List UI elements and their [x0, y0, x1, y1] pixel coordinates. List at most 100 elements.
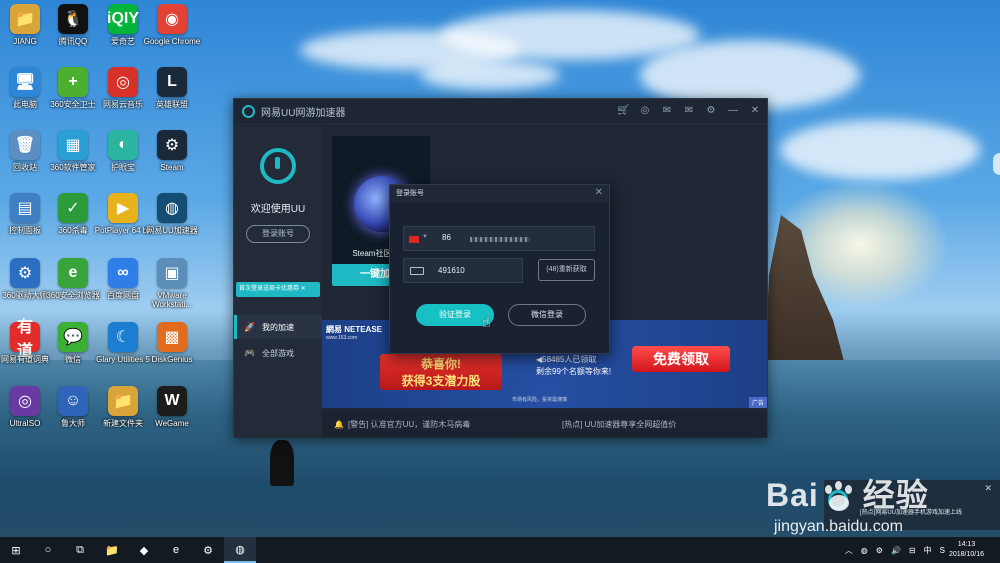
app-icon: 🖥 — [10, 67, 40, 97]
app-icon: ◐ — [108, 130, 138, 160]
nav-label: 我的加速 — [262, 322, 294, 332]
task-view-icon[interactable]: ⧉ — [64, 537, 96, 563]
network-icon[interactable]: ⚙ — [876, 546, 883, 555]
app-icon: ☺ — [58, 386, 88, 416]
app-icon: 📁 — [10, 4, 40, 34]
app-icon: 有道 — [10, 319, 40, 360]
dialog-title: 登录账号 — [390, 185, 609, 203]
sogou-icon[interactable]: S — [940, 546, 945, 555]
app-icon: W — [157, 386, 187, 416]
mail-icon[interactable]: ✉ — [661, 105, 673, 117]
dialog-close-icon[interactable]: ✕ — [595, 187, 603, 198]
hot-notice[interactable]: [热点] UU加速器尊享全网超值价 — [562, 419, 676, 430]
app-icon: ⚙ — [157, 130, 187, 160]
desktop-icon-label: WeGame — [155, 419, 189, 428]
uu-logo-icon — [242, 105, 255, 118]
congrats-line1: 恭喜你! — [421, 357, 461, 371]
360-browser-icon[interactable]: e — [160, 537, 192, 563]
window-title: 网易UU网游加速器 — [261, 108, 346, 119]
360-guard-icon[interactable]: ◆ — [128, 537, 160, 563]
netease-logo: 網易 NETEASE — [326, 325, 383, 334]
ime-icon[interactable]: ⊟ — [909, 546, 916, 555]
app-icon: 🗑 — [10, 130, 40, 160]
watermark-brand-right: 经验 — [862, 477, 929, 513]
desktop-icon[interactable]: ▣ VMware Workstati... — [141, 258, 203, 309]
input-language[interactable]: 中 — [924, 545, 932, 556]
app-icon: ⚙ — [10, 258, 40, 288]
app-icon: ▶ — [108, 193, 138, 223]
desktop-icon-label: DiskGenius — [151, 355, 193, 364]
keyboard-icon — [410, 267, 424, 275]
gamepad-icon: 🎮 — [244, 347, 256, 358]
taskbar: ⊞ ○ ⧉ 📁 ◆ e ⚙ ◍ ︿ ◍ ⚙ 🔊 ⊟ 中 S 14:13 2018… — [0, 537, 1000, 563]
nav-all-games[interactable]: 🎮 全部游戏 — [234, 341, 322, 365]
app-icon: L — [157, 67, 187, 97]
login-account-button[interactable]: 登录账号 — [246, 225, 310, 243]
login-dialog: 登录账号 ✕ ▼ 86 491610 (48)重新获取 验证登录 微信登录 — [389, 184, 610, 354]
app-icon: ▦ — [58, 130, 88, 160]
risk-notice: 市场有风险，投资需谨慎 — [512, 397, 568, 403]
desktop-icon[interactable]: ▩ DiskGenius — [141, 322, 203, 364]
notice-bar: 🔔 [警告] 认准官方UU，谨防木马病毒 [热点] UU加速器尊享全网超值价 — [322, 411, 767, 437]
verification-code-field[interactable]: 491610 — [403, 258, 523, 283]
support-icon[interactable]: ◎ — [639, 105, 651, 117]
steam-taskbar-icon[interactable]: ⚙ — [192, 537, 224, 563]
settings-icon[interactable]: ⚙ — [705, 105, 717, 117]
claim-count-line2: 剩余99个名额等你来! — [536, 367, 612, 376]
phone-number-field[interactable]: ▼ 86 — [403, 226, 595, 251]
claim-count-line1: ◀58485人已领取 — [536, 355, 597, 364]
hand-cursor-icon: ☝ — [482, 314, 491, 330]
baidu-watermark: Bai 经验 — [766, 470, 929, 516]
minimize-icon[interactable]: — — [727, 105, 739, 117]
clock[interactable]: 14:13 2018/10/16 — [949, 540, 984, 560]
system-tray: ︿ ◍ ⚙ 🔊 ⊟ 中 S 14:13 2018/10/16 — [841, 537, 1000, 563]
nav-my-acceleration[interactable]: 🚀 我的加速 — [234, 315, 322, 339]
app-icon: ◉ — [157, 4, 187, 34]
first-login-tip[interactable]: 首次登录送周卡优惠券 ✕ — [236, 282, 320, 297]
desktop-icon[interactable]: L 英雄联盟 — [141, 67, 203, 109]
file-explorer-icon[interactable]: 📁 — [96, 537, 128, 563]
app-icon: ✓ — [58, 193, 88, 223]
claim-count: ◀58485人已领取 剩余99个名额等你来! — [536, 354, 611, 378]
app-icon: ☾ — [108, 322, 138, 352]
desktop-icon[interactable]: W WeGame — [141, 386, 203, 428]
uu-taskbar-icon[interactable]: ◍ — [224, 537, 256, 563]
desktop-icon[interactable]: ◍ 网易UU加速器 — [141, 193, 203, 235]
app-icon: ▩ — [157, 322, 187, 352]
shop-icon[interactable]: 🛒 — [617, 105, 629, 117]
bell-icon: 🔔 — [334, 419, 344, 429]
wechat-login-button[interactable]: 微信登录 — [508, 304, 586, 326]
warning-notice[interactable]: [警告] 认准官方UU，谨防木马病毒 — [348, 419, 470, 430]
clock-time: 14:13 — [957, 541, 976, 548]
paw-icon — [821, 480, 861, 515]
sidebar: 欢迎使用UU 登录账号 首次登录送周卡优惠券 ✕ 🚀 我的加速 🎮 全部游戏 — [234, 126, 322, 438]
app-icon: ◎ — [108, 67, 138, 97]
masked-phone-number — [470, 237, 530, 242]
app-icon: ◎ — [10, 386, 40, 416]
desktop-icon[interactable]: ◉ Google Chrome — [141, 4, 203, 46]
tray-uu-icon[interactable]: ◍ — [861, 546, 868, 555]
notification-close-icon[interactable]: ✕ — [984, 483, 992, 494]
watermark-url: jingyan.baidu.com — [774, 518, 903, 535]
floating-bubble[interactable] — [993, 153, 1000, 175]
app-icon: ▣ — [157, 258, 187, 288]
free-claim-button[interactable]: 免费领取 — [632, 346, 730, 372]
message-icon[interactable]: ✉ — [683, 105, 695, 117]
app-icon: + — [58, 67, 88, 97]
ad-tag: 广告 — [748, 397, 767, 408]
welcome-text: 欢迎使用UU — [250, 204, 306, 215]
desktop-icon-label: VMware Workstati... — [152, 291, 192, 309]
search-icon[interactable]: ○ — [32, 537, 64, 563]
close-icon[interactable]: ✕ — [749, 105, 761, 117]
volume-icon[interactable]: 🔊 — [891, 546, 901, 555]
resend-code-button[interactable]: (48)重新获取 — [538, 259, 595, 281]
app-icon: e — [58, 258, 88, 288]
desktop-icon[interactable]: ⚙ Steam — [141, 130, 203, 172]
title-toolbar: 🛒 ◎ ✉ ✉ ⚙ — ✕ — [617, 105, 761, 117]
desktop-icon-label: 英雄联盟 — [156, 100, 188, 109]
china-flag-icon[interactable] — [409, 236, 419, 243]
desktop-icon-label: Steam — [160, 163, 184, 172]
chevron-down-icon[interactable]: ▼ — [422, 234, 428, 240]
tray-expand-icon[interactable]: ︿ — [845, 545, 853, 556]
start-button-icon[interactable]: ⊞ — [0, 537, 32, 563]
